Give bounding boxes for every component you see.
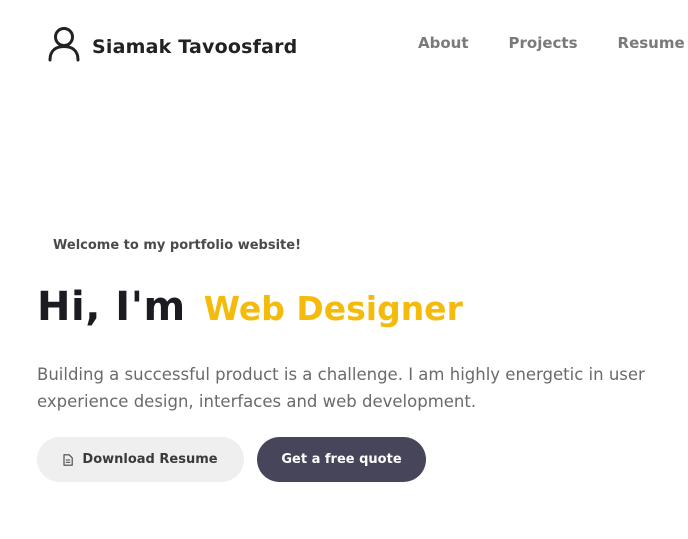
nav-link-projects[interactable]: Projects (509, 34, 578, 52)
brand-name: Siamak Tavoosfard (92, 36, 298, 58)
hero-greeting: Hi, I'm (37, 284, 186, 330)
nav-link-resume[interactable]: Resume (618, 34, 685, 52)
brand[interactable]: Siamak Tavoosfard (47, 26, 297, 62)
document-icon (63, 453, 74, 466)
user-icon (47, 26, 81, 62)
welcome-text: Welcome to my portfolio website! (53, 238, 301, 253)
hero-title: Hi, I'm Web Designer (37, 284, 463, 330)
portfolio-page: Siamak Tavoosfard About Projects Resume … (0, 0, 688, 539)
hero-role: Web Designer (203, 289, 463, 328)
nav-link-about[interactable]: About (418, 34, 469, 52)
download-resume-button[interactable]: Download Resume (37, 437, 244, 482)
download-resume-label: Download Resume (82, 452, 218, 467)
hero-description: Building a successful product is a chall… (37, 365, 645, 411)
main-nav: About Projects Resume (418, 34, 685, 52)
get-quote-button[interactable]: Get a free quote (257, 437, 426, 482)
get-quote-label: Get a free quote (281, 452, 402, 467)
